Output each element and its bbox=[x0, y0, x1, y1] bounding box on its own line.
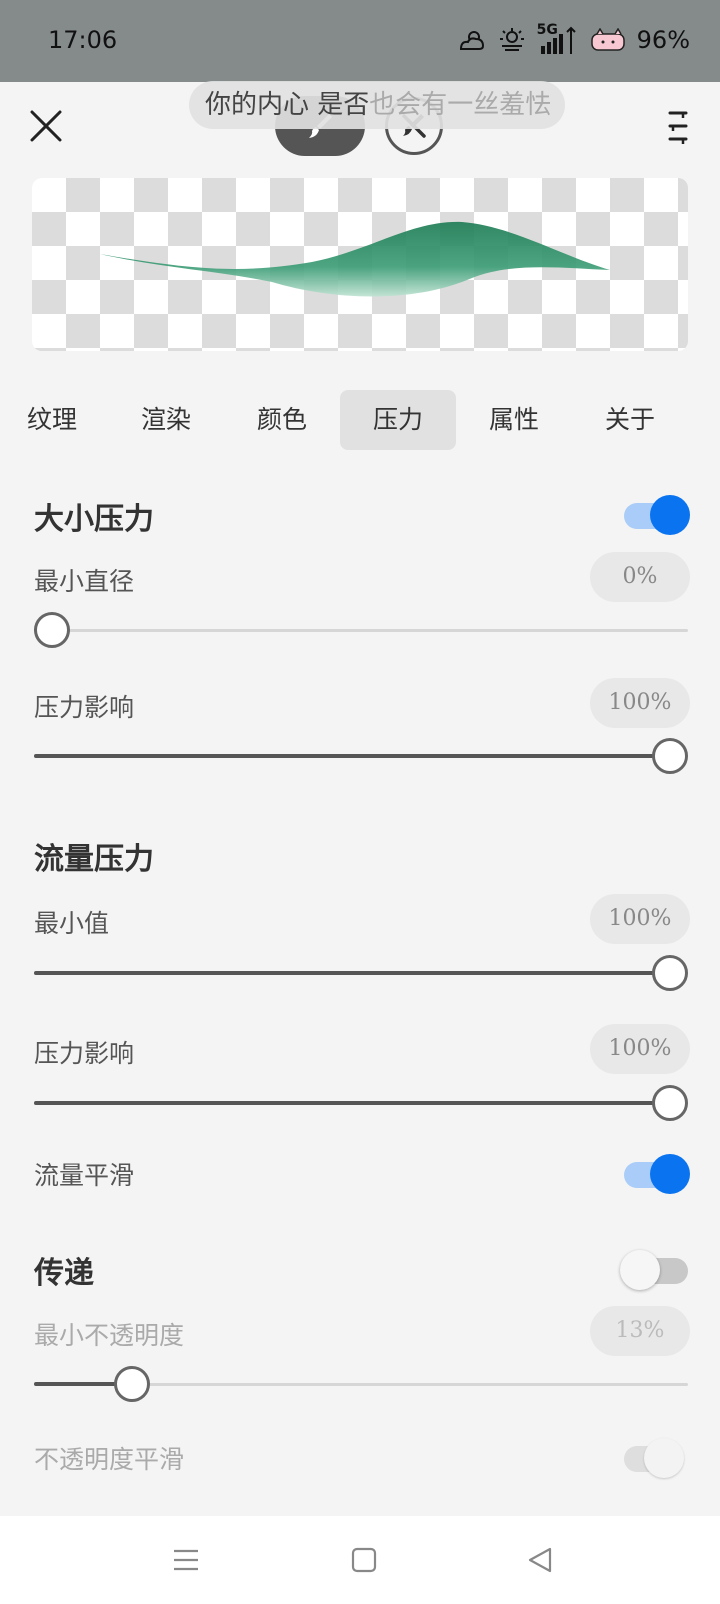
nav-menu-button[interactable] bbox=[166, 1542, 206, 1578]
tab-color[interactable]: 颜色 bbox=[224, 390, 340, 450]
nav-menu-icon bbox=[174, 1549, 198, 1571]
size-pressure-effect-slider[interactable] bbox=[34, 738, 688, 774]
menu-button[interactable] bbox=[662, 106, 694, 146]
status-bar: 17:06 5G 96% bbox=[0, 0, 720, 82]
tab-render[interactable]: 渲染 bbox=[108, 390, 224, 450]
flow-pressure-effect-label: 压力影响 bbox=[34, 1039, 135, 1068]
settings-tabs: 纹理 渲染 颜色 压力 属性 关于 bbox=[0, 390, 720, 450]
transfer-heading: 传递 bbox=[34, 1256, 94, 1291]
flow-min-value-value[interactable]: 100% bbox=[590, 894, 690, 944]
slider-thumb[interactable] bbox=[652, 1085, 688, 1121]
slider-fill bbox=[34, 754, 670, 758]
slider-thumb[interactable] bbox=[34, 612, 70, 648]
nav-home-button[interactable] bbox=[344, 1542, 384, 1578]
status-icons: 5G 96% bbox=[457, 22, 690, 56]
tab-properties[interactable]: 属性 bbox=[456, 390, 572, 450]
brush-stroke-shape bbox=[100, 221, 610, 297]
toast-notification: 你的内心 是否也会有一丝羞怯 bbox=[189, 81, 565, 129]
signal-icon bbox=[540, 26, 576, 54]
min-opacity-value[interactable]: 13% bbox=[590, 1306, 690, 1356]
brush-stroke-preview bbox=[32, 178, 688, 351]
tab-texture[interactable]: 纹理 bbox=[0, 390, 110, 450]
weather-cloudy-icon bbox=[459, 31, 484, 50]
toggle-knob bbox=[650, 495, 690, 535]
status-time: 17:06 bbox=[48, 26, 118, 54]
size-pressure-effect-label: 压力影响 bbox=[34, 693, 135, 722]
slider-fill bbox=[34, 971, 670, 975]
size-pressure-heading: 大小压力 bbox=[34, 502, 154, 537]
min-diameter-value[interactable]: 0% bbox=[590, 552, 690, 602]
opacity-smoothing-label: 不透明度平滑 bbox=[34, 1445, 185, 1474]
size-pressure-toggle[interactable] bbox=[624, 495, 690, 535]
min-diameter-label: 最小直径 bbox=[34, 567, 135, 596]
battery-icon bbox=[590, 28, 625, 51]
close-icon bbox=[30, 110, 62, 142]
slider-thumb[interactable] bbox=[652, 738, 688, 774]
toggle-knob bbox=[650, 1154, 690, 1194]
tab-about[interactable]: 关于 bbox=[572, 390, 688, 450]
flow-smoothing-toggle[interactable] bbox=[624, 1154, 690, 1194]
toast-text: 你的内心 是否 bbox=[205, 90, 370, 120]
toast-text-faded: 也会有一丝羞怯 bbox=[369, 90, 552, 120]
navigation-bar bbox=[0, 1516, 720, 1604]
flow-min-value-label: 最小值 bbox=[34, 909, 110, 938]
transfer-toggle[interactable] bbox=[620, 1250, 688, 1290]
toggle-knob bbox=[620, 1250, 660, 1290]
toggle-knob bbox=[644, 1438, 684, 1478]
nav-back-icon bbox=[528, 1547, 552, 1573]
slider-fill bbox=[34, 1101, 670, 1105]
flow-pressure-effect-slider[interactable] bbox=[34, 1085, 688, 1121]
size-pressure-effect-value[interactable]: 100% bbox=[590, 678, 690, 728]
battery-percent: 96% bbox=[636, 26, 690, 54]
flow-smoothing-label: 流量平滑 bbox=[34, 1161, 135, 1190]
slider-thumb[interactable] bbox=[114, 1366, 151, 1402]
weather-haze-icon bbox=[499, 28, 524, 51]
menu-icon bbox=[668, 111, 688, 144]
min-diameter-slider[interactable] bbox=[34, 612, 688, 648]
min-opacity-slider[interactable] bbox=[34, 1366, 688, 1402]
nav-home-icon bbox=[351, 1547, 377, 1573]
flow-pressure-effect-value[interactable]: 100% bbox=[590, 1024, 690, 1074]
flow-min-value-slider[interactable] bbox=[34, 955, 688, 991]
slider-thumb[interactable] bbox=[652, 955, 688, 991]
flow-pressure-heading: 流量压力 bbox=[34, 842, 154, 877]
slider-track bbox=[34, 629, 688, 632]
nav-back-button[interactable] bbox=[520, 1542, 560, 1578]
tab-pressure[interactable]: 压力 bbox=[340, 390, 456, 450]
min-opacity-label: 最小不透明度 bbox=[34, 1321, 185, 1350]
signal-indicator: 5G bbox=[537, 22, 581, 56]
opacity-smoothing-toggle[interactable] bbox=[624, 1438, 688, 1478]
close-button[interactable] bbox=[26, 106, 66, 146]
